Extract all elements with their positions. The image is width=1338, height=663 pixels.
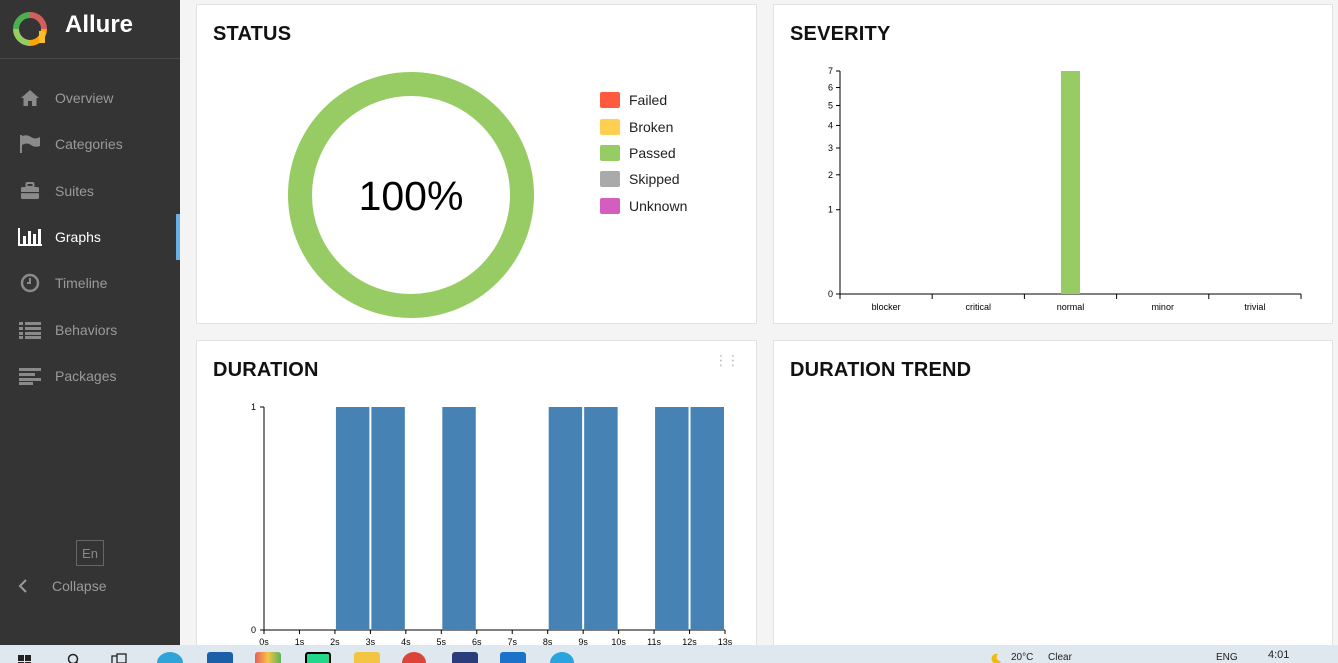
weather-moon-icon[interactable]	[990, 653, 1002, 663]
outlook-icon[interactable]	[500, 652, 526, 663]
legend-swatch	[600, 171, 620, 188]
sidebar-item-label: Timeline	[55, 275, 108, 292]
clock-time[interactable]: 4:01	[1268, 649, 1289, 661]
sidebar-item-suites[interactable]: Suites	[0, 168, 180, 214]
severity-widget: SEVERITY 0 1 2 3 4 5 6 7 blocker critical normal mi…	[773, 4, 1333, 324]
duration-bar	[548, 407, 583, 630]
y-tick-label: 7	[828, 66, 833, 76]
app-name: Allure	[65, 11, 134, 38]
collapse-label: Collapse	[52, 578, 107, 594]
legend-swatch	[600, 118, 620, 135]
search-icon[interactable]	[67, 653, 81, 663]
sidebar-item-behaviors[interactable]: Behaviors	[0, 306, 180, 352]
legend-item-broken[interactable]: Broken	[600, 113, 687, 139]
legend-item-passed[interactable]: Passed	[600, 140, 687, 166]
status-donut-chart: 100%	[288, 72, 534, 318]
duration-bar	[442, 407, 476, 630]
status-widget: STATUS 100% Failed Broken Passed Skipped	[196, 4, 757, 324]
sidebar-item-label: Overview	[55, 90, 114, 107]
y-tick-label: 1	[251, 402, 256, 412]
sidebar-item-label: Behaviors	[55, 321, 118, 338]
sidebar-item-categories[interactable]: Categories	[0, 121, 180, 167]
language-switch-button[interactable]: En	[76, 540, 104, 566]
align-left-icon	[18, 365, 42, 387]
windows-icon[interactable]	[18, 655, 32, 663]
legend-label: Passed	[629, 144, 676, 161]
duration-trend-widget: DURATION TREND	[773, 340, 1333, 660]
sidebar-item-label: Categories	[55, 136, 123, 153]
notepad-icon[interactable]	[452, 652, 478, 663]
collapse-button[interactable]: Collapse	[18, 578, 106, 594]
chrome-icon[interactable]	[402, 652, 426, 663]
edge-icon[interactable]	[157, 652, 183, 663]
sidebar-item-overview[interactable]: Overview	[0, 75, 180, 121]
y-tick-label: 1	[828, 205, 833, 215]
legend-label: Unknown	[629, 197, 688, 214]
weather-condition[interactable]: Clear	[1048, 652, 1072, 663]
duration-bar	[335, 407, 370, 630]
clock-icon	[18, 272, 42, 294]
legend-swatch	[600, 92, 620, 109]
duration-bar	[584, 407, 618, 630]
y-tick-label: 4	[828, 120, 833, 130]
list-icon	[18, 319, 42, 341]
legend-item-unknown[interactable]: Unknown	[600, 193, 687, 219]
widget-title: STATUS	[213, 23, 292, 45]
brand[interactable]: Allure	[0, 0, 180, 59]
sidebar-nav: Overview Categories Suites Graphs Timeli…	[0, 75, 180, 399]
legend-item-skipped[interactable]: Skipped	[600, 166, 687, 192]
y-tick-label: 6	[828, 83, 833, 93]
duration-bar	[655, 407, 689, 630]
telegram-icon[interactable]	[550, 652, 574, 663]
pycharm-icon[interactable]	[305, 652, 331, 663]
allure-report-app: Allure Overview Categories Suites Graphs…	[0, 0, 1338, 663]
duration-bar	[690, 407, 724, 630]
paint-icon[interactable]	[255, 652, 281, 663]
legend-label: Skipped	[629, 171, 680, 188]
donut-center-label: 100%	[359, 173, 464, 219]
legend-label: Broken	[629, 118, 674, 135]
status-legend: Failed Broken Passed Skipped Unknown	[600, 87, 687, 219]
weather-temperature[interactable]: 20°C	[1011, 652, 1033, 663]
sidebar-item-packages[interactable]: Packages	[0, 353, 180, 399]
sidebar-item-graphs[interactable]: Graphs	[0, 213, 180, 261]
file-explorer-icon[interactable]	[354, 652, 380, 663]
x-tick-label: critical	[966, 302, 992, 312]
x-tick-label: normal	[1057, 302, 1085, 312]
home-icon	[18, 87, 42, 109]
severity-bar-normal	[1061, 71, 1080, 294]
legend-item-failed[interactable]: Failed	[600, 87, 687, 113]
legend-swatch	[600, 144, 620, 161]
sidebar-item-timeline[interactable]: Timeline	[0, 260, 180, 306]
input-language[interactable]: ENG	[1216, 652, 1238, 663]
duration-widget: DURATION ⋮⋮ 0 1 0s 1s 2s 3s 4s 5s 6s 7s 8s 9s 10s 11s…	[196, 340, 757, 660]
chevron-left-icon	[18, 579, 27, 593]
y-tick-label: 0	[251, 625, 256, 635]
y-tick-label: 5	[828, 101, 833, 111]
widget-title: DURATION TREND	[790, 359, 972, 381]
duration-histogram: 010s 1s 2s 3s 4s 5s 6s 7s 8s 9s 10s 11s 12s 13s	[251, 402, 733, 647]
legend-swatch	[600, 197, 620, 214]
legend-label: Failed	[629, 92, 668, 109]
windows-taskbar: 20°C Clear ENG 4:01	[0, 645, 1338, 663]
y-tick-label: 3	[828, 143, 833, 153]
briefcase-icon	[18, 180, 42, 202]
sidebar-item-label: Packages	[55, 367, 117, 384]
x-tick-label: minor	[1151, 302, 1174, 312]
sidebar-item-label: Suites	[55, 182, 94, 199]
task-view-icon[interactable]	[111, 653, 127, 663]
duration-bar	[371, 407, 405, 630]
sidebar-item-label: Graphs	[55, 229, 101, 246]
mail-icon[interactable]	[207, 652, 233, 663]
flag-icon	[18, 133, 42, 155]
x-tick-label: trivial	[1244, 302, 1265, 312]
sidebar: Allure Overview Categories Suites Graphs…	[0, 0, 180, 645]
bar-chart-icon	[18, 226, 42, 248]
y-tick-label: 0	[828, 289, 833, 299]
severity-bar-chart: 0 1 2 3 4 5 6 7 blocker critical normal minor trivia…	[828, 66, 1302, 312]
x-tick-label: blocker	[872, 302, 901, 312]
allure-logo-icon	[13, 12, 47, 46]
y-tick-label: 2	[828, 170, 833, 180]
